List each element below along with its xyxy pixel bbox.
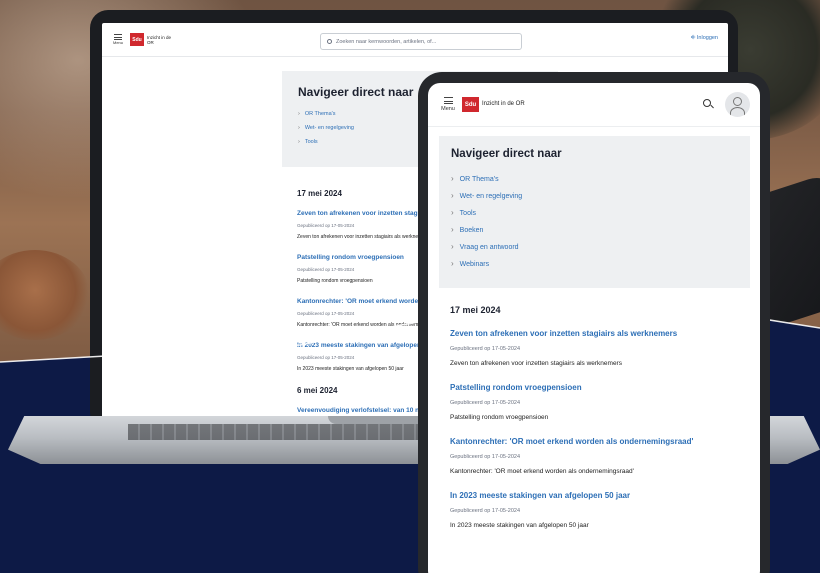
- article-published: Gepubliceerd op 17-05-2024: [450, 346, 521, 352]
- tablet: Menu Sdu Inzicht in de OR Navigeer direc…: [418, 72, 770, 573]
- login-label: Inloggen: [696, 35, 718, 41]
- article-title[interactable]: Kantonrechter: 'OR moet erkend worden al…: [450, 437, 750, 446]
- search-input[interactable]: Zoeken naar kernwoorden, artikelen, of..…: [320, 33, 522, 50]
- nav-item-tools[interactable]: Tools: [451, 204, 738, 221]
- article-title[interactable]: Zeven ton afrekenen voor inzetten stagia…: [450, 329, 750, 338]
- nav-item-webinars[interactable]: Webinars: [451, 255, 738, 272]
- nav-item-or-themas[interactable]: OR Thema's: [451, 170, 738, 187]
- menu-button[interactable]: Menu: [110, 34, 126, 45]
- navigate-direct-panel: Navigeer direct naar OR Thema's Wet- en …: [439, 136, 750, 288]
- article-description: Kantonrechter: 'OR moet erkend worden al…: [450, 468, 634, 475]
- article-published: Gepubliceerd op 17-05-2024: [450, 454, 521, 460]
- menu-label: Menu: [441, 106, 455, 112]
- nav-title: Navigeer direct naar: [451, 148, 562, 160]
- menu-button[interactable]: Menu: [438, 97, 458, 112]
- brand-name: Inzicht in de OR: [147, 34, 172, 45]
- nav-item-vraag-en-antwoord[interactable]: Vraag en antwoord: [451, 238, 738, 255]
- nav-item-wet-en-regelgeving[interactable]: Wet- en regelgeving: [451, 187, 738, 204]
- hamburger-icon: [114, 34, 122, 40]
- sdu-logo[interactable]: Sdu: [130, 33, 144, 46]
- article-description: Patstelling rondom vroegpensioen: [450, 414, 549, 421]
- article-description: Zeven ton afrekenen voor inzetten stagia…: [450, 360, 622, 367]
- coffee-cup: [0, 250, 90, 340]
- news-list: 17 mei 2024 Zeven ton afrekenen voor inz…: [450, 305, 750, 545]
- laptop-header: Menu Sdu Inzicht in de OR Zoeken naar ke…: [102, 23, 728, 57]
- article-published: Gepubliceerd op 17-05-2024: [450, 400, 521, 406]
- article-published: Gepubliceerd op 17-05-2024: [450, 508, 521, 514]
- tablet-screen: Menu Sdu Inzicht in de OR Navigeer direc…: [428, 83, 760, 573]
- article-title[interactable]: Patstelling rondom vroegpensioen: [450, 383, 750, 392]
- user-avatar-icon[interactable]: [725, 92, 750, 117]
- nav-item-boeken[interactable]: Boeken: [451, 221, 738, 238]
- article-title[interactable]: In 2023 meeste stakingen van afgelopen 5…: [450, 491, 750, 500]
- login-link[interactable]: ⎆ Inloggen: [691, 35, 718, 42]
- news-date: 17 mei 2024: [450, 305, 501, 315]
- article-description: In 2023 meeste stakingen van afgelopen 5…: [450, 522, 589, 529]
- brand-name: Inzicht in de OR: [482, 101, 525, 107]
- search-icon[interactable]: [703, 99, 714, 110]
- tablet-header: Menu Sdu Inzicht in de OR: [428, 83, 760, 127]
- menu-label: Menu: [112, 40, 123, 45]
- search-placeholder: Zoeken naar kernwoorden, artikelen, of..…: [336, 38, 437, 45]
- sdu-logo[interactable]: Sdu: [462, 97, 479, 112]
- search-icon: [327, 39, 332, 44]
- hamburger-icon: [443, 97, 453, 104]
